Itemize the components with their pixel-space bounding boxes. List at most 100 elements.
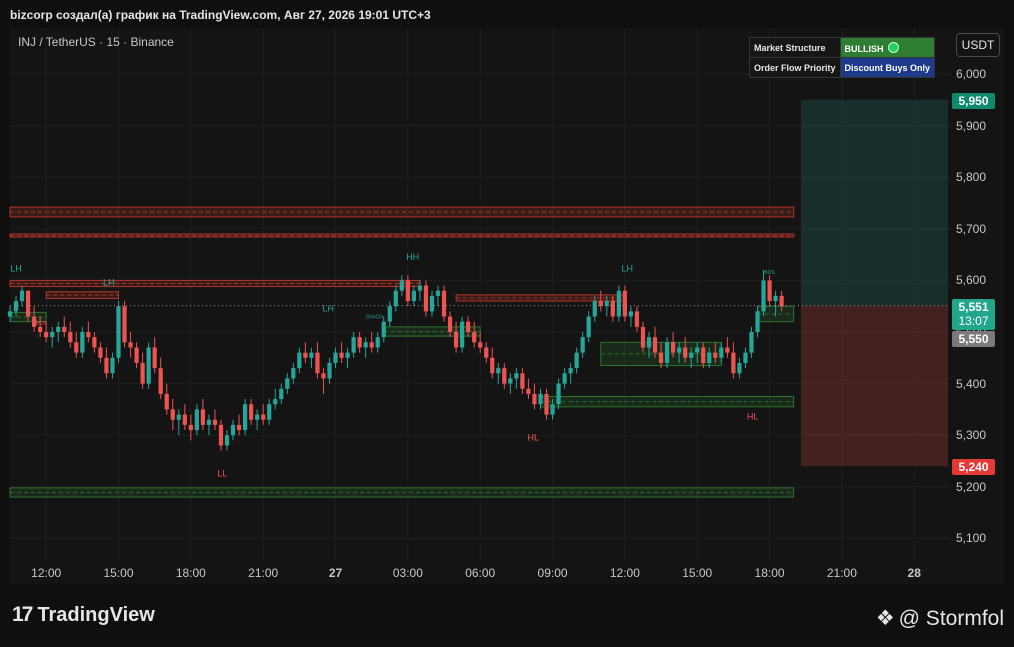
price-tick-label: 5,900 bbox=[956, 118, 987, 133]
time-tick-label: 12:00 bbox=[31, 566, 62, 580]
price-tick-label: 5,100 bbox=[956, 531, 987, 546]
candle-body bbox=[460, 321, 465, 348]
tradingview-logo[interactable]: 17 TradingView bbox=[12, 603, 155, 627]
author-handle: @ Stormfol bbox=[898, 607, 1004, 630]
candle-body bbox=[574, 352, 579, 369]
candle-body bbox=[664, 342, 670, 363]
last-price-value: 5,551 bbox=[958, 300, 989, 314]
price-tick-label: 5,300 bbox=[956, 428, 987, 443]
market-structure-label: Market Structure bbox=[749, 37, 841, 58]
candle-body bbox=[44, 332, 49, 338]
candle-body bbox=[725, 347, 730, 353]
candle-body bbox=[357, 337, 362, 348]
candle-body bbox=[592, 301, 597, 317]
candle-body bbox=[453, 332, 459, 348]
candle-body bbox=[634, 311, 640, 327]
candle-body bbox=[466, 321, 471, 332]
candle-body bbox=[279, 388, 284, 400]
tradingview-mark-icon: 17 bbox=[12, 603, 33, 626]
candle-body bbox=[7, 311, 13, 317]
candle-body bbox=[544, 393, 549, 415]
candle-body bbox=[333, 352, 338, 363]
time-tick-label: 12:00 bbox=[609, 566, 640, 580]
currency-button[interactable]: USDT bbox=[956, 33, 1000, 57]
structure-label: LH bbox=[10, 264, 22, 274]
candle-body bbox=[19, 290, 25, 302]
candle-body bbox=[38, 326, 43, 332]
candle-body bbox=[472, 332, 477, 343]
time-tick-label: 06:00 bbox=[465, 566, 496, 580]
candle-body bbox=[393, 290, 398, 307]
candle-body bbox=[339, 352, 344, 358]
candle-body bbox=[152, 347, 157, 369]
candle-body bbox=[622, 290, 627, 317]
candle-body bbox=[423, 285, 429, 312]
candle-body bbox=[701, 347, 706, 363]
candle-body bbox=[218, 424, 224, 446]
candle-body bbox=[80, 332, 85, 353]
price-tick-label: 5,700 bbox=[956, 221, 987, 236]
candle-body bbox=[399, 280, 404, 291]
time-tick-label: 18:00 bbox=[175, 566, 206, 580]
candle-body bbox=[677, 347, 682, 353]
profit-zone bbox=[800, 99, 948, 306]
bos-label: BOS bbox=[36, 321, 47, 327]
price-tick-label: 5,800 bbox=[956, 170, 987, 185]
price-tick-label: 5,200 bbox=[956, 479, 987, 494]
candle-body bbox=[562, 373, 567, 384]
candle-body bbox=[74, 342, 79, 353]
candle-body bbox=[773, 295, 778, 302]
author-watermark: ❖ @ Stormfol bbox=[876, 606, 1004, 631]
candle-body bbox=[520, 373, 525, 389]
candle-body bbox=[586, 316, 591, 338]
candle-body bbox=[652, 337, 658, 353]
status-dot-icon bbox=[887, 41, 899, 53]
candle-body bbox=[532, 393, 537, 405]
bar-countdown: 13:07 bbox=[958, 314, 989, 328]
candle-body bbox=[713, 352, 718, 358]
candle-body bbox=[743, 352, 748, 363]
order-flow-row: Order Flow Priority Discount Buys Only bbox=[749, 57, 936, 78]
candle-body bbox=[375, 337, 380, 348]
candle-body bbox=[345, 352, 350, 358]
candle-body bbox=[526, 388, 531, 394]
market-structure-row: Market Structure BULLISH bbox=[749, 37, 936, 58]
candle-body bbox=[110, 357, 115, 374]
candle-body bbox=[429, 295, 435, 312]
candle-body bbox=[490, 357, 495, 374]
candle-body bbox=[104, 357, 109, 374]
candle-body bbox=[176, 414, 181, 420]
candle-body bbox=[447, 316, 453, 332]
time-tick-label: 21:00 bbox=[248, 566, 279, 580]
last-price-badge: 5,551 13:07 bbox=[952, 299, 995, 330]
candle-body bbox=[158, 368, 163, 394]
structure-label: LH bbox=[622, 264, 634, 274]
symbol-title: INJ / TetherUS · 15 · Binance bbox=[18, 35, 174, 49]
candle-body bbox=[550, 404, 555, 415]
candle-body bbox=[616, 290, 621, 317]
candle-body bbox=[658, 352, 664, 363]
candle-body bbox=[405, 280, 410, 302]
candle-body bbox=[755, 311, 760, 332]
candlestick-chart[interactable]: LH LH LL LH HH HL LH HL BOS CHoCH BOS bbox=[0, 0, 1014, 647]
price-tick-label: 6,000 bbox=[956, 67, 987, 81]
candle-body bbox=[50, 332, 55, 338]
candle-body bbox=[242, 404, 248, 431]
candle-body bbox=[255, 414, 260, 420]
candle-body bbox=[351, 337, 356, 353]
time-tick-label: 21:00 bbox=[826, 566, 857, 580]
candle-body bbox=[315, 352, 320, 374]
candle-body bbox=[230, 424, 236, 436]
time-tick-label: 15:00 bbox=[103, 566, 134, 580]
bos-label: CHoCH bbox=[365, 315, 383, 321]
candle-body bbox=[146, 347, 151, 384]
candle-body bbox=[321, 373, 326, 379]
candle-body bbox=[707, 352, 712, 363]
candle-body bbox=[303, 352, 308, 358]
candle-body bbox=[508, 378, 513, 384]
time-tick-label: 27 bbox=[328, 566, 343, 580]
candle-body bbox=[224, 435, 230, 446]
candle-body bbox=[731, 352, 736, 374]
loss-zone bbox=[800, 305, 948, 467]
candle-body bbox=[441, 290, 447, 317]
